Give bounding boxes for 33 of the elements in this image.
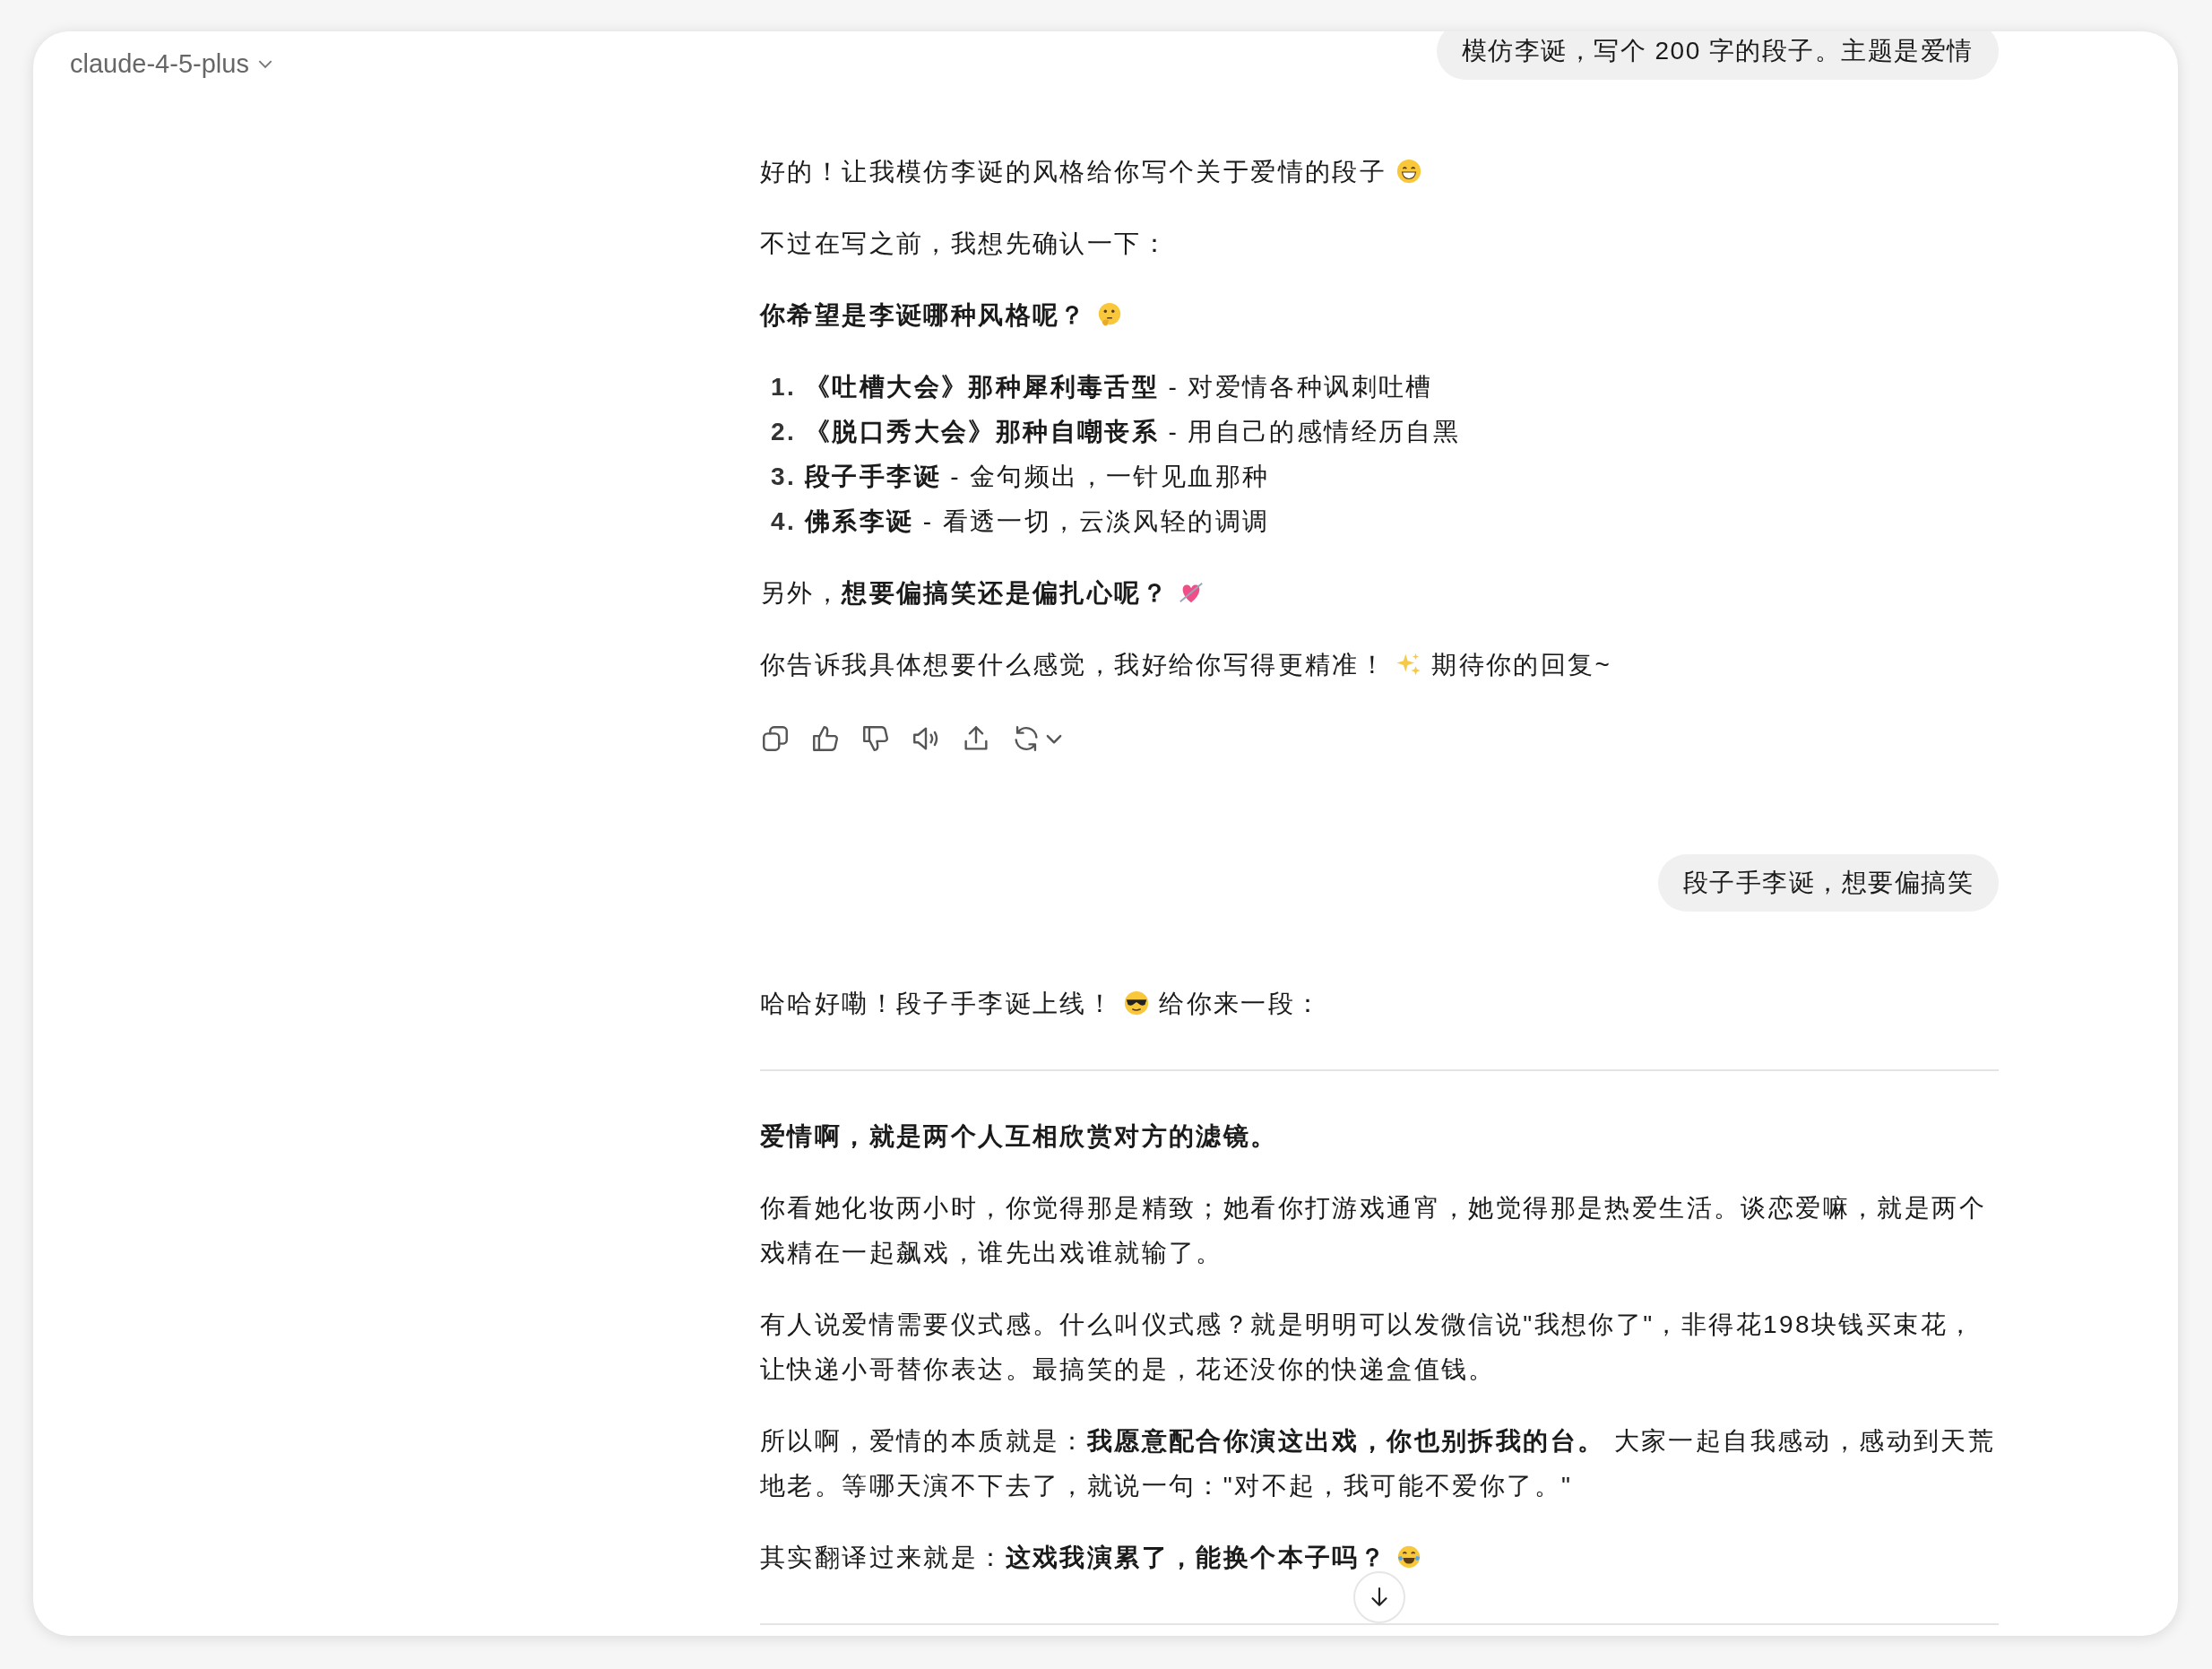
thumbs-down-icon	[860, 723, 891, 754]
list-item-text: 佛系李诞 - 看透一切，云淡风轻的调调	[805, 506, 1270, 537]
thumbs-down-button[interactable]	[860, 723, 891, 754]
message-text: 其实翻译过来就是：这戏我演累了，能换个本子吗？	[760, 1544, 1387, 1571]
chevron-down-icon	[257, 59, 272, 69]
list-number: 3.	[771, 462, 792, 492]
copy-button[interactable]	[760, 723, 791, 754]
grinning-face-icon	[1395, 158, 1423, 185]
message-text: 你看她化妆两小时，你觉得那是精致；她看你打游戏通宵，她觉得那是热爱生活。谈恋爱嘛，就是两个戏精在一起飙戏，谁先出戏谁就输了。	[760, 1194, 1986, 1267]
list-number: 1.	[771, 372, 792, 402]
message-text: 期待你的回复~	[1431, 651, 1612, 679]
sunglasses-face-icon	[1123, 990, 1151, 1016]
list-item-text: 《脱口秀大会》那种自嘲丧系 - 用自己的感情经历自黑	[805, 417, 1461, 447]
list-number: 4.	[771, 506, 792, 537]
user-message: 段子手李诞，想要偏搞笑	[1657, 854, 1999, 912]
message-text: 好的！让我模仿李诞的风格给你写个关于爱情的段子	[760, 158, 1387, 186]
list-number: 2.	[771, 417, 792, 447]
message-text: 你希望是李诞哪种风格呢？	[760, 301, 1087, 329]
message-text: 不过在写之前，我想先确认一下：	[760, 229, 1169, 257]
thumbs-up-icon	[810, 723, 841, 754]
message-text: 哈哈好嘞！段子手李诞上线！	[760, 990, 1115, 1017]
message-text: 有人说爱情需要仪式感。什么叫仪式感？就是明明可以发微信说"我想你了"，非得花198块钱买束花，让快递小哥替你表达。最搞笑的是，花还没你的快递盒值钱。	[760, 1310, 1975, 1383]
message-text: 给你来一段：	[1159, 990, 1323, 1017]
message-text: 爱情啊，就是两个人互相欣赏对方的滤镜。	[760, 1122, 1278, 1150]
user-message: 模仿李诞，写个 200 字的段子。主题是爱情	[1436, 31, 1999, 80]
message-text: 另外，想要偏搞笑还是偏扎心呢？	[760, 579, 1169, 607]
thumbs-up-button[interactable]	[810, 723, 841, 754]
model-selector[interactable]: claude-4-5-plus	[70, 49, 272, 79]
copy-icon	[760, 723, 791, 754]
message-text: 所以啊，爱情的本质就是：我愿意配合你演这出戏，你也别拆我的台。 大家一起自我感动，感动到天荒地老。等哪天演不下去了，就说一句："对不起，我可能不爱你了。"	[760, 1427, 1996, 1500]
list-item-text: 段子手李诞 - 金句频出，一针见血那种	[805, 462, 1270, 492]
message-text: 你告诉我具体想要什么感觉，我好给你写得更精准！	[760, 651, 1387, 679]
list-item-text: 《吐槽大会》那种犀利毒舌型 - 对爱情各种讽刺吐槽	[805, 372, 1433, 402]
